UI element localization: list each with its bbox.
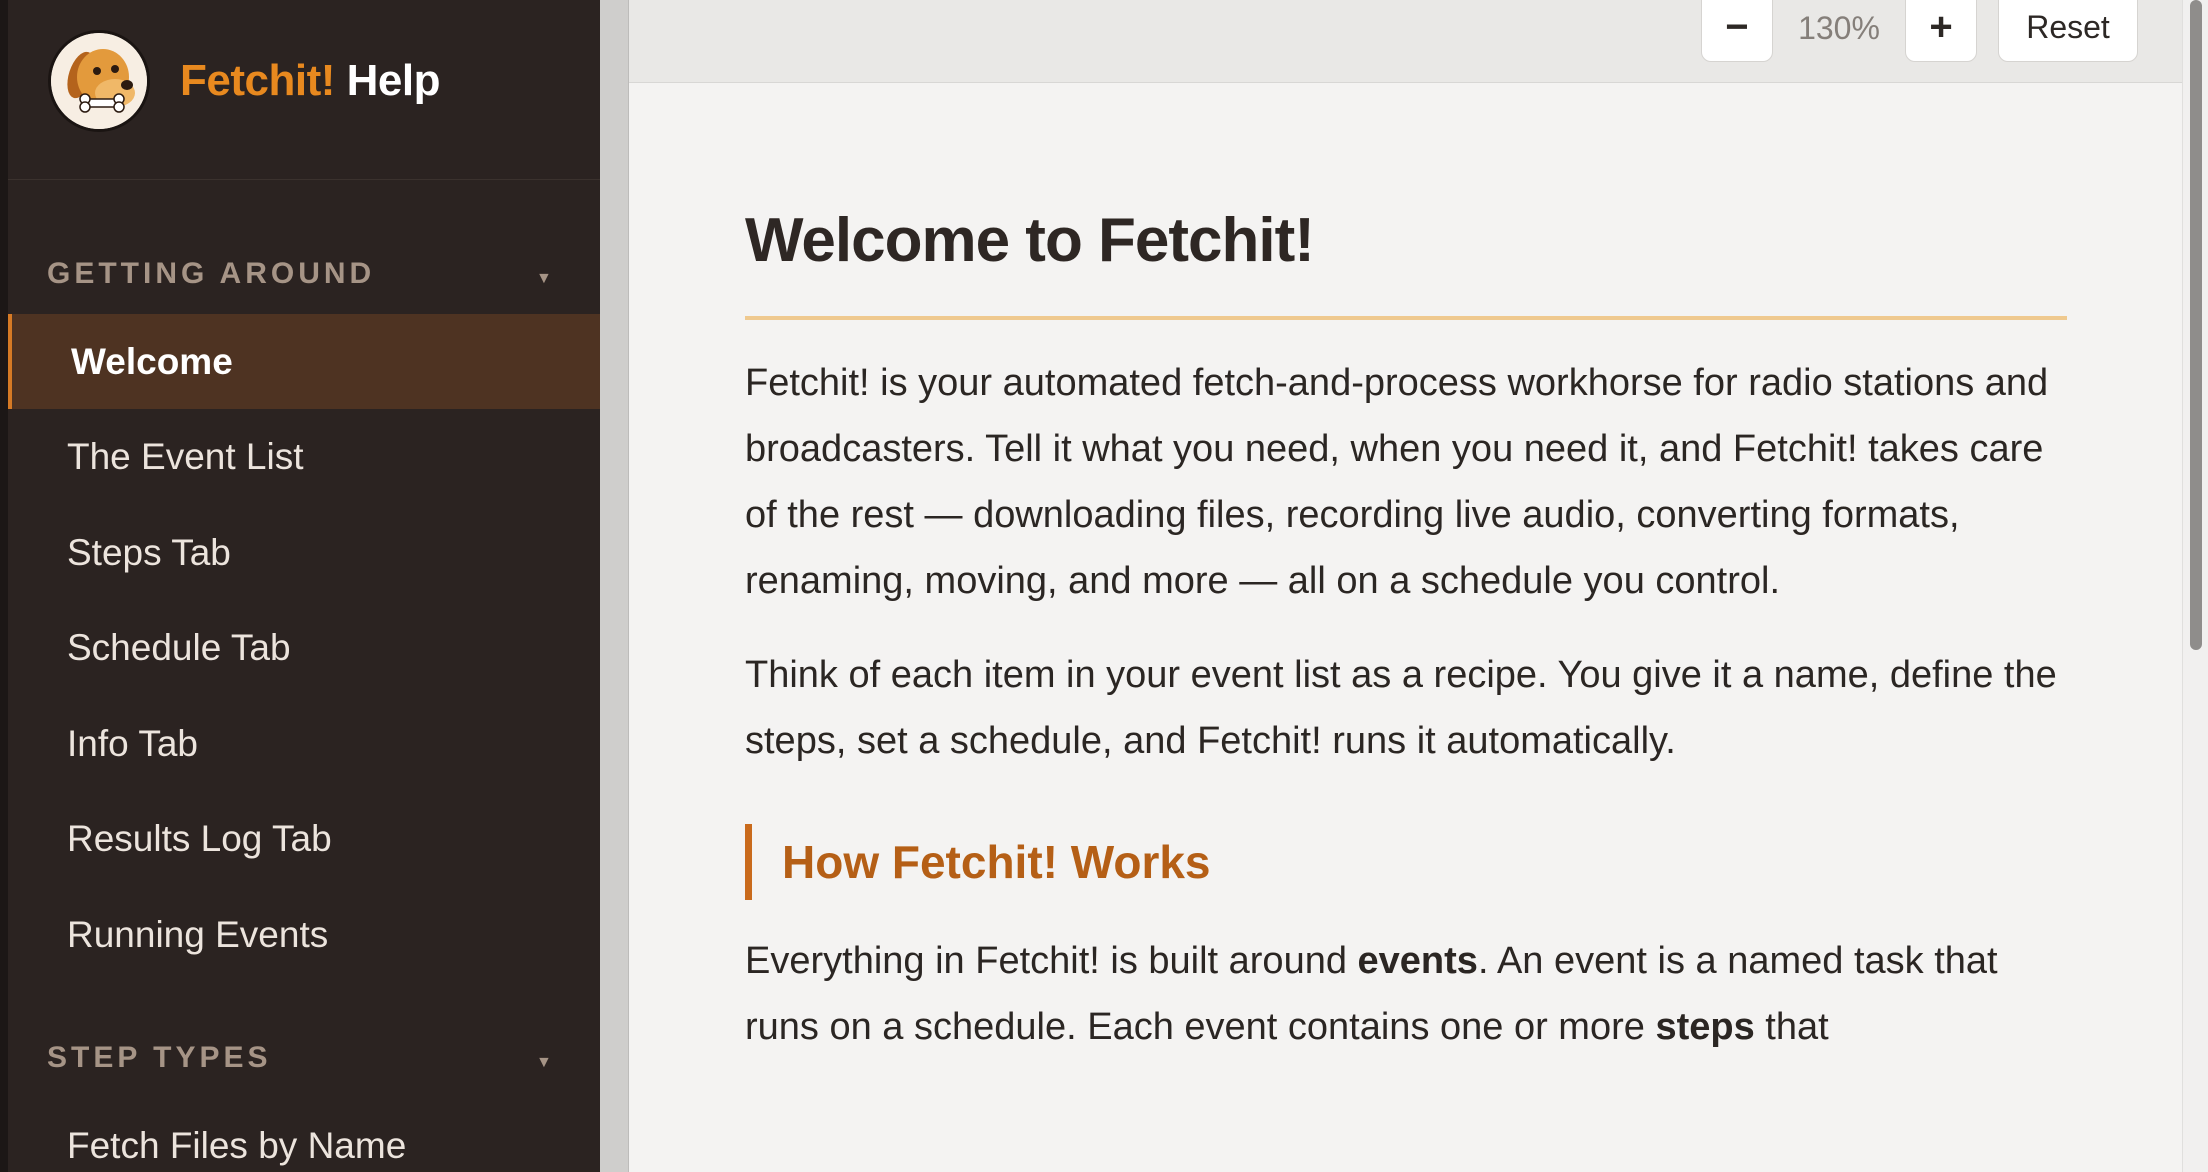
- collapse-caret-icon[interactable]: ▼: [536, 270, 552, 288]
- brand-header: Fetchit! Help: [8, 0, 600, 180]
- body-text: Everything in Fetchit! is built around: [745, 940, 1358, 982]
- sidebar-item-running-events[interactable]: Running Events: [8, 887, 600, 982]
- sidebar-resize-handle[interactable]: [600, 0, 629, 1172]
- collapse-caret-icon[interactable]: ▼: [536, 1054, 552, 1072]
- title-divider: [745, 316, 2067, 320]
- intro-paragraph: Fetchit! is your automated fetch-and-pro…: [745, 362, 2049, 602]
- scrollbar-thumb[interactable]: [2190, 0, 2202, 650]
- zoom-in-button[interactable]: +: [1905, 0, 1977, 62]
- content-scrollbar[interactable]: [2182, 0, 2208, 1172]
- sidebar-item-schedule-tab[interactable]: Schedule Tab: [8, 600, 600, 695]
- sidebar-item-welcome[interactable]: Welcome: [8, 314, 600, 409]
- section-step-types[interactable]: STEP TYPES: [47, 1041, 567, 1075]
- section-label: STEP TYPES: [47, 1041, 272, 1074]
- emphasis-events: events: [1357, 940, 1478, 982]
- sidebar-item-results-log-tab[interactable]: Results Log Tab: [8, 791, 600, 886]
- section-label: GETTING AROUND: [47, 257, 376, 290]
- section-getting-around[interactable]: GETTING AROUND: [47, 257, 567, 291]
- sidebar-item-steps-tab[interactable]: Steps Tab: [8, 505, 600, 600]
- sidebar-edge: [0, 0, 8, 1172]
- recipe-paragraph: Think of each item in your event list as…: [745, 654, 2057, 762]
- body-text: that: [1754, 1006, 1829, 1048]
- emphasis-steps: steps: [1655, 1006, 1755, 1048]
- zoom-toolbar: − 130% + Reset: [629, 0, 2182, 83]
- dog-logo-icon: [48, 30, 150, 132]
- app-title: Fetchit! Help: [180, 56, 440, 106]
- sidebar-item-fetch-files-by-name[interactable]: Fetch Files by Name: [8, 1098, 600, 1172]
- sidebar-item-event-list[interactable]: The Event List: [8, 409, 600, 504]
- sidebar-item-info-tab[interactable]: Info Tab: [8, 696, 600, 791]
- zoom-out-button[interactable]: −: [1701, 0, 1773, 62]
- reset-zoom-button[interactable]: Reset: [1998, 0, 2138, 62]
- events-paragraph: Everything in Fetchit! is built around e…: [745, 928, 2067, 1060]
- section-heading: How Fetchit! Works: [745, 824, 2067, 900]
- brand-suffix: Help: [346, 56, 441, 105]
- zoom-level: 130%: [1798, 10, 1880, 46]
- brand-name: Fetchit!: [180, 56, 335, 105]
- page-title: Welcome to Fetchit!: [745, 206, 1315, 275]
- help-article: Welcome to Fetchit! Fetchit! is your aut…: [745, 196, 2067, 1060]
- sidebar: Fetchit! Help GETTING AROUND ▼ Welcome T…: [0, 0, 600, 1172]
- section-heading-text: How Fetchit! Works: [782, 836, 1211, 888]
